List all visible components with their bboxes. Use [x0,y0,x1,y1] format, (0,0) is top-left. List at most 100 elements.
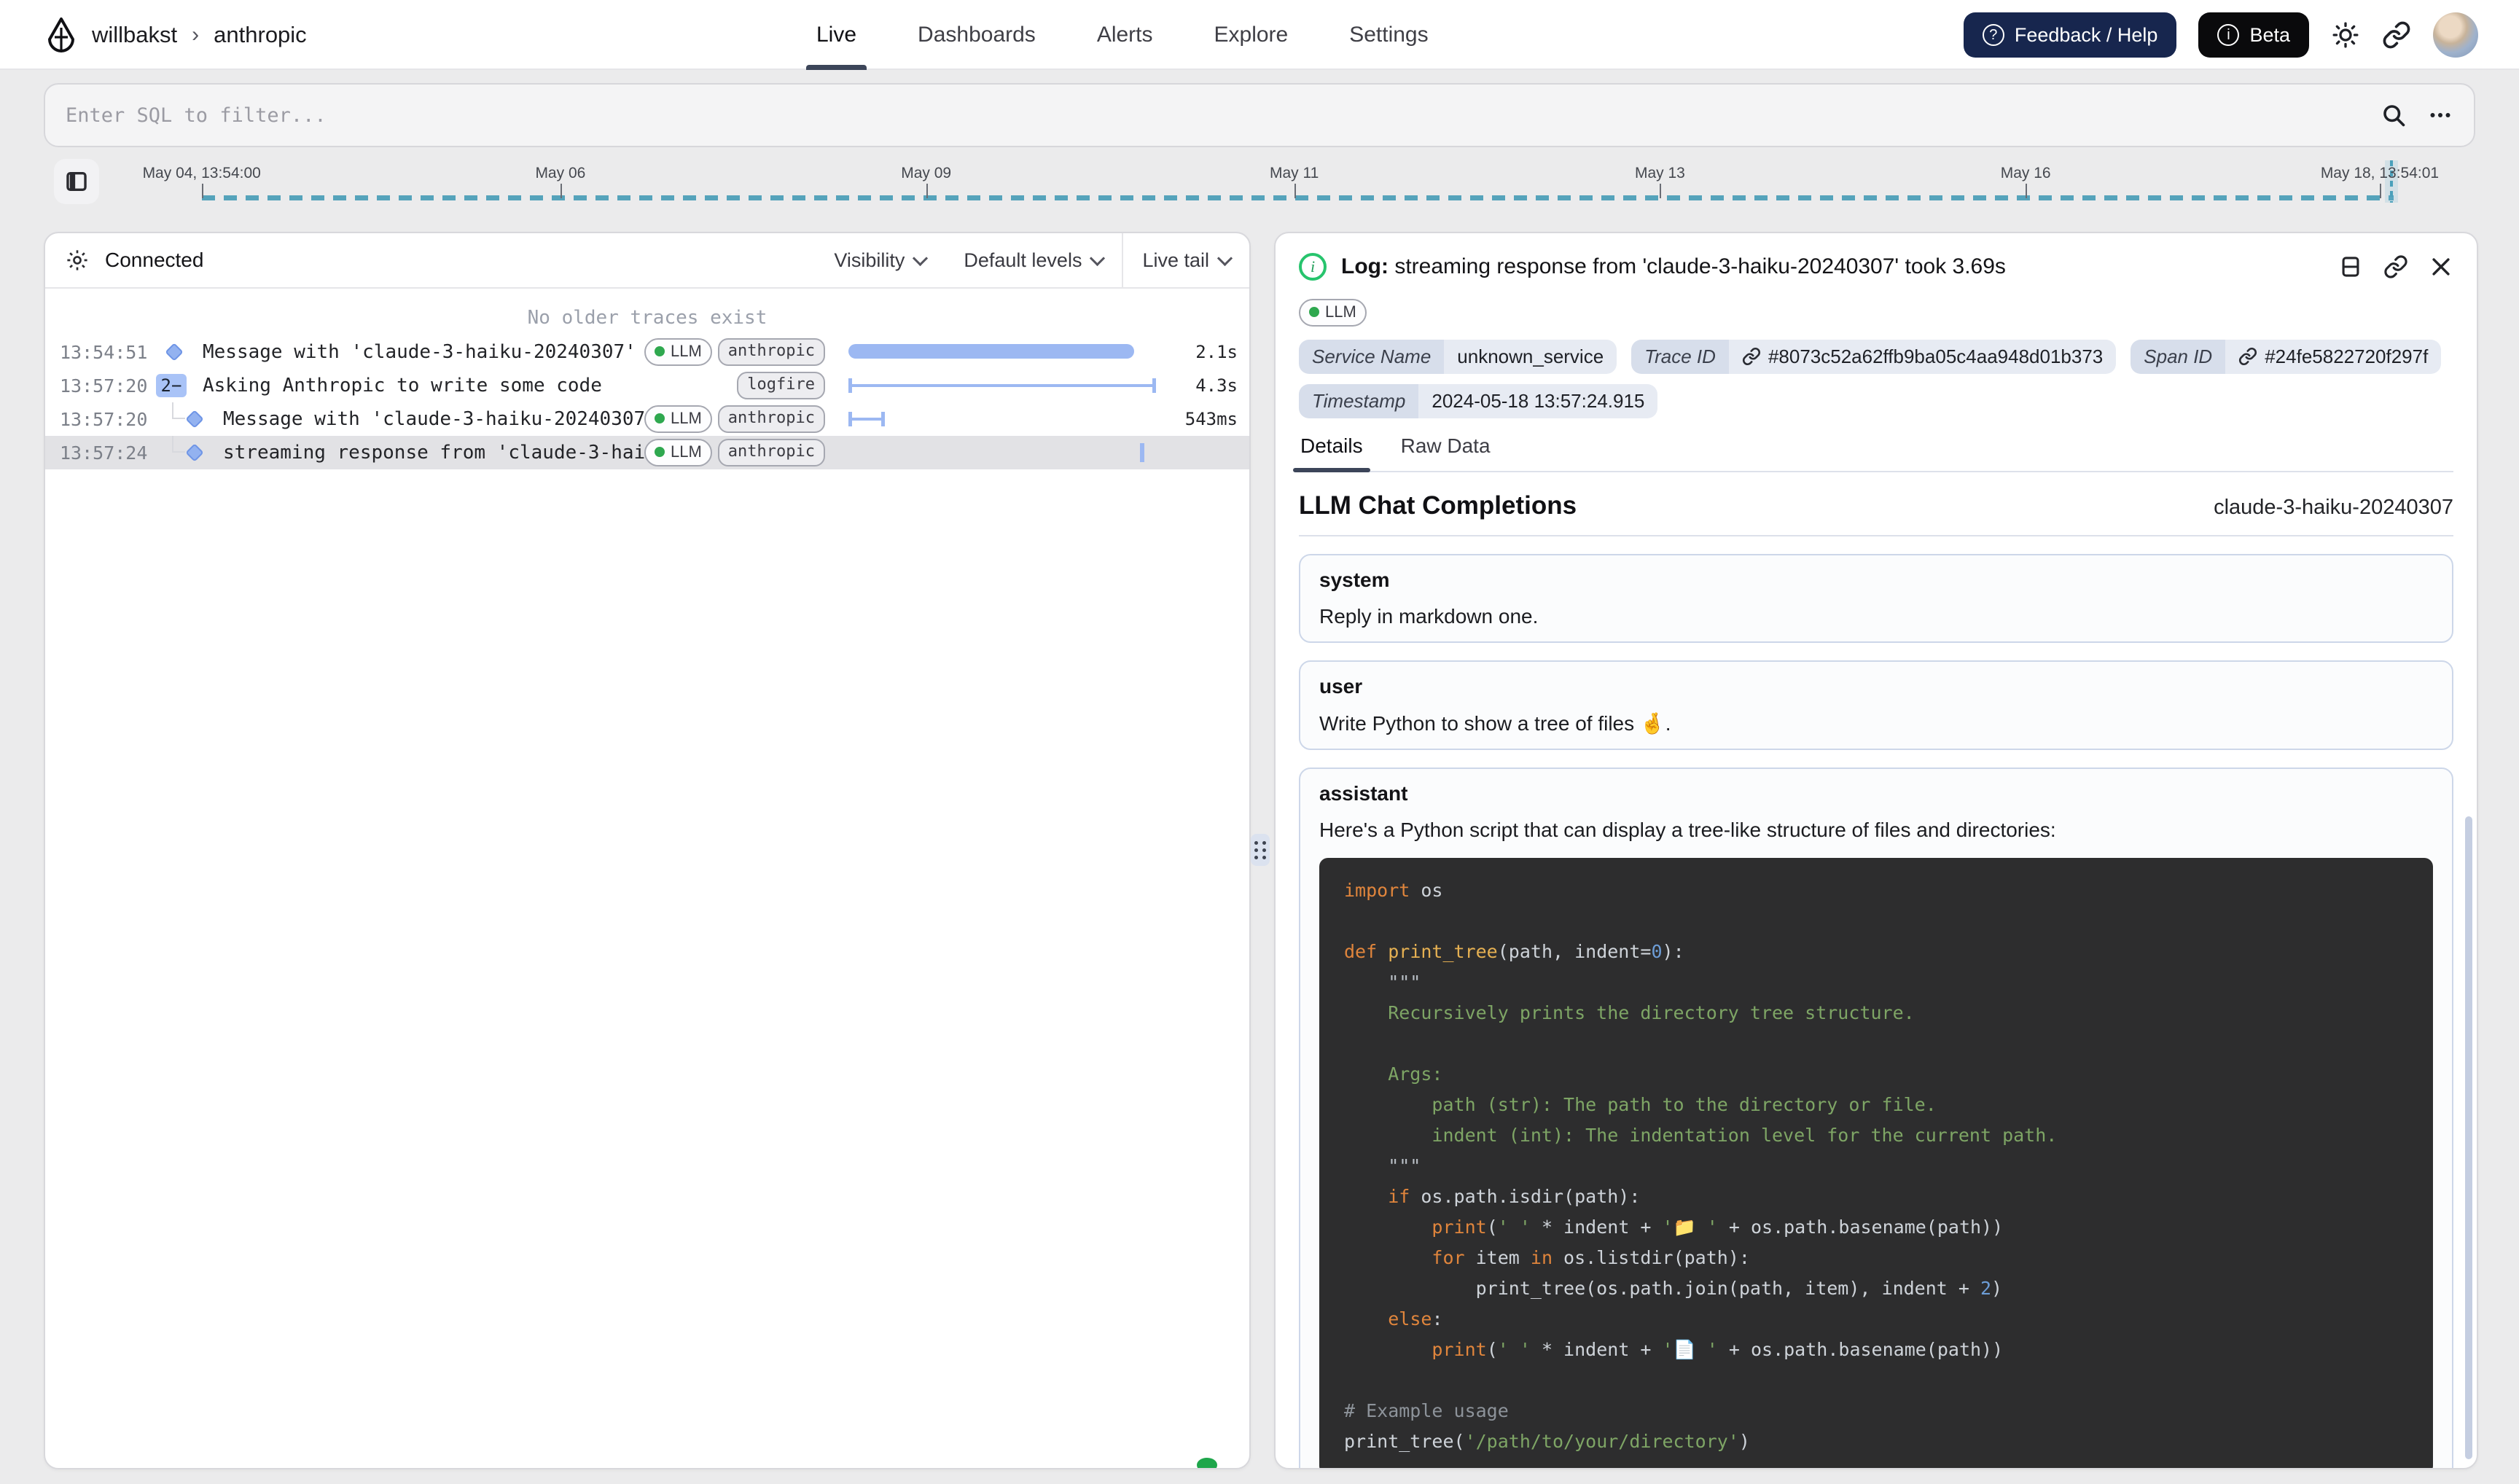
tab-dashboards[interactable]: Dashboards [918,0,1036,70]
anthropic-tag-pill: anthropic [718,338,825,366]
span-diamond-icon [185,410,203,428]
service-name-pill: Service Nameunknown_service [1299,340,1617,374]
code-block: import os def print_tree(path, indent=0)… [1319,858,2433,1469]
trace-gutter: 2− [150,369,194,402]
detail-tab-details[interactable]: Details [1299,434,1364,471]
feedback-help-label: Feedback / Help [2015,24,2158,47]
sidebar-toggle-button[interactable] [54,159,99,204]
metadata-value: #24fe5822720f297f [2225,340,2441,374]
visibility-dropdown[interactable]: Visibility [815,233,945,287]
llm-tag-pill: LLM [1299,299,1367,327]
theme-toggle-icon[interactable] [2331,20,2360,50]
span-tags: LLM [1299,296,2453,327]
feedback-help-button[interactable]: ? Feedback / Help [1964,12,2177,58]
message-role: assistant [1319,782,2433,805]
trace-time: 13:54:51 [60,342,150,363]
breadcrumb-org[interactable]: willbakst [92,22,177,48]
anthropic-tag-pill: anthropic [718,405,825,433]
metadata-value: #8073c52a62ffb9ba05c4aa948d01b373 [1729,340,2116,374]
detail-scrollbar-thumb[interactable] [2465,816,2472,1459]
metadata-value: unknown_service [1444,340,1617,374]
sql-filter-input[interactable] [66,104,2381,127]
trace-duration-bar [837,369,1165,402]
dock-panel-icon[interactable] [2338,254,2363,279]
trace-row[interactable]: 13:57:20Message with 'claude-3-haiku-202… [45,402,1249,436]
no-older-traces-notice: No older traces exist [45,300,1249,335]
info-circle-icon: i [2217,24,2239,46]
gear-icon[interactable] [66,249,89,272]
tab-live[interactable]: Live [816,0,856,70]
trace-row[interactable]: 13:57:24 streaming response from 'claude-… [45,436,1249,469]
trace-time: 13:57:20 [60,409,150,430]
span-diamond-icon [185,443,203,461]
link-icon[interactable] [1742,347,1761,366]
app-window: willbakst › anthropic LiveDashboardsAler… [0,0,2519,1484]
green-dot-icon [655,447,665,457]
search-icon[interactable] [2381,102,2407,128]
green-dot-icon [655,346,665,356]
trace-list-body: No older traces exist 13:54:51 Message wi… [45,300,1249,1469]
default-levels-dropdown[interactable]: Default levels [945,233,1122,287]
log-title: Log: streaming response from 'claude-3-h… [1341,254,2006,279]
live-tail-dropdown[interactable]: Live tail [1123,233,1249,287]
assistant-message-card: assistantHere's a Python script that can… [1299,768,2453,1469]
trace-duration-label: 4.3s [1165,375,1238,396]
section-header: LLM Chat Completions claude-3-haiku-2024… [1299,491,2453,520]
logfire-tag-pill: logfire [737,372,825,399]
trace-duration-label: 543ms [1165,409,1238,429]
timeline-tick-label: May 13 [1635,165,1685,182]
timeline-range-line [202,195,2394,200]
link-icon[interactable] [2238,347,2257,366]
message-text: Reply in markdown one. [1319,605,2433,628]
timeline-tick-label: May 18, 13:54:01 [2321,165,2439,182]
timeline-tick-label: May 11 [1270,165,1319,182]
trace-id-pill: Trace ID#8073c52a62ffb9ba05c4aa948d01b37… [1631,340,2116,374]
beta-label: Beta [2249,24,2290,47]
span-id-pill: Span ID#24fe5822720f297f [2131,340,2441,374]
trace-gutter [150,335,194,369]
sidebar-panel-icon [64,169,89,194]
permalink-icon[interactable] [2383,254,2408,279]
timeline-tick-mark [1294,184,1296,198]
trace-row[interactable]: 13:54:51 Message with 'claude-3-haiku-202… [45,335,1249,369]
beta-button[interactable]: i Beta [2198,12,2309,58]
metadata-row: Timestamp2024-05-18 13:57:24.915 [1299,384,2453,418]
chat-messages: systemReply in markdown one. userWrite Py… [1299,554,2453,1469]
trace-time: 13:57:24 [60,442,150,464]
detail-tabs: Details Raw Data [1299,434,2453,472]
span-metadata: Service Nameunknown_service Trace ID#8073… [1299,340,2453,418]
breadcrumb-project[interactable]: anthropic [214,22,307,48]
trace-title: Asking Anthropic to write some code [203,375,682,397]
trace-list-panel: Connected Visibility Default levels Live… [44,232,1251,1469]
collapse-badge[interactable]: 2− [156,374,187,397]
metadata-row: Service Nameunknown_service Trace ID#8073… [1299,340,2453,374]
connection-status: Connected [105,249,203,272]
trace-tags: LLManthropic [682,405,825,433]
trace-title: Message with 'claude-3-haiku-20240307' [203,341,682,363]
share-link-icon[interactable] [2382,20,2411,50]
trace-list-controls: Visibility Default levels Live tail [815,233,1249,287]
tab-explore[interactable]: Explore [1214,0,1289,70]
trace-duration-label: 2.1s [1165,342,1238,362]
tab-settings[interactable]: Settings [1349,0,1428,70]
timeline-tick-label: May 16 [2001,165,2051,182]
close-icon[interactable] [2429,254,2453,279]
detail-tab-raw-data[interactable]: Raw Data [1399,434,1492,471]
system-message-card: systemReply in markdown one. [1299,554,2453,643]
panel-resize-handle[interactable] [1251,834,1270,866]
more-options-icon[interactable] [2427,102,2453,128]
header-actions: ? Feedback / Help i Beta [1964,0,2478,70]
message-role: user [1319,675,2433,698]
duration-bar-solid [848,344,1134,359]
user-message-card: userWrite Python to show a tree of files… [1299,660,2453,750]
metadata-value: 2024-05-18 13:57:24.915 [1418,384,1657,418]
trace-title: streaming response from 'claude-3-haiku-… [223,442,682,464]
timeline-axis[interactable]: May 04, 13:54:00May 06May 09May 11May 13… [146,153,2475,223]
logfire-logo-icon[interactable] [44,16,79,54]
user-avatar[interactable] [2433,12,2478,58]
tab-alerts[interactable]: Alerts [1097,0,1153,70]
timestamp-pill: Timestamp2024-05-18 13:57:24.915 [1299,384,1657,418]
trace-row[interactable]: 13:57:202−Asking Anthropic to write some… [45,369,1249,402]
section-divider [1299,535,2453,536]
question-circle-icon: ? [1983,24,2004,46]
